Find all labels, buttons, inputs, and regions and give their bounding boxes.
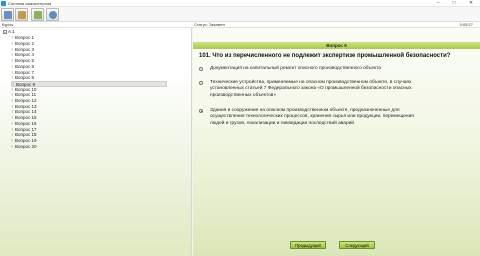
tree-item-label: Вопрос 3: [15, 46, 34, 52]
answer-radio[interactable]: [199, 109, 203, 113]
question-icon: ?: [11, 52, 14, 58]
question-text: 101. Что из перечисленного не подлежит э…: [199, 53, 451, 59]
question-icon: ?: [11, 103, 14, 109]
answer-text: Документация на капитальный ремонт опасн…: [210, 66, 381, 71]
answer-option[interactable]: Документация на капитальный ремонт опасн…: [199, 66, 471, 72]
answer-option[interactable]: Технические устройства, применяемые на о…: [199, 80, 471, 99]
question-icon: ?: [11, 109, 14, 115]
tree-root-label: A.1: [8, 29, 15, 34]
tree-item-label: Вопрос 19: [15, 137, 37, 143]
question-icon: ?: [11, 46, 14, 52]
tree-item-label: Вопрос 4: [15, 52, 34, 58]
tree-item[interactable]: ? Вопрос 20: [11, 144, 167, 150]
question-panel: Вопрос 9 101. Что из перечисленного не п…: [193, 28, 480, 256]
question-icon: ?: [11, 143, 14, 149]
tree-item-label: Вопрос 10: [15, 86, 37, 92]
document-icon: [33, 10, 42, 19]
tree-item-label: Вопрос 13: [15, 103, 37, 109]
question-icon: ?: [11, 75, 14, 81]
tree-item-label: Вопрос 2: [15, 41, 34, 46]
tree-item-label: Вопрос 5: [15, 58, 34, 64]
tree-item-label: Вопрос 20: [15, 143, 37, 149]
question-icon: ?: [11, 137, 14, 143]
document-button[interactable]: [31, 8, 44, 21]
question-header: Вопрос 9: [193, 42, 480, 49]
window-title: Система самоконтроля: [8, 1, 52, 6]
tree-item-label: Вопрос 6: [15, 63, 34, 69]
tree-item-label: Вопрос 12: [15, 98, 37, 103]
answer-radio[interactable]: [199, 67, 203, 71]
question-icon: ?: [11, 120, 14, 126]
question-tree-panel: – A.1 ? Вопрос 1? Вопрос 2? Вопрос 3? Вопрос …: [0, 28, 192, 256]
tree-item-label: Вопрос 18: [15, 132, 37, 138]
question-icon: ?: [11, 98, 14, 103]
question-icon: ?: [11, 86, 14, 92]
question-icon: ?: [11, 115, 14, 121]
checklist-icon: [17, 10, 26, 19]
checklist-button[interactable]: [15, 8, 28, 21]
app-icon: [1, 1, 6, 6]
minimize-button[interactable]: –: [432, 0, 444, 7]
globe-button[interactable]: [46, 8, 59, 21]
tree-item-label: Вопрос 1: [15, 35, 34, 41]
question-icon: ?: [11, 35, 14, 41]
collapse-icon[interactable]: –: [3, 29, 7, 34]
question-icon: ?: [11, 132, 14, 138]
question-icon: ?: [11, 58, 14, 64]
next-button[interactable]: Следующий: [339, 241, 375, 249]
close-button[interactable]: ✕: [465, 0, 477, 7]
question-icon: ?: [11, 69, 14, 75]
question-icon: ?: [11, 41, 14, 46]
tree-item-label: Вопрос 8: [15, 75, 34, 81]
tree-root[interactable]: – A.1: [3, 29, 15, 35]
maximize-button[interactable]: □: [448, 0, 460, 7]
question-icon: ?: [11, 92, 14, 98]
tree-item-label: Вопрос 11: [15, 92, 37, 98]
toolbar: [0, 7, 480, 22]
answer-radio[interactable]: [199, 81, 203, 85]
tree-item-label: Вопрос 17: [15, 126, 37, 132]
tree-item-label: Вопрос 15: [15, 115, 37, 121]
tree-item-label: Вопрос 14: [15, 109, 37, 115]
title-bar: Система самоконтроля – □ ✕: [0, 0, 480, 7]
answer-text: производственных объектов»: [210, 92, 277, 98]
exit-button[interactable]: [1, 8, 14, 21]
answer-option[interactable]: Здания и сооружения на опасном производс…: [199, 108, 471, 127]
question-icon: ?: [11, 63, 14, 69]
previous-button[interactable]: Предыдущий: [290, 241, 326, 249]
tree-item-label: Вопрос 16: [15, 120, 37, 126]
answer-text: людей и грузов, локализации и ликвидации…: [210, 120, 354, 126]
tree-item-label: Вопрос 7: [15, 69, 34, 75]
exit-icon: [3, 10, 12, 19]
question-icon: ?: [11, 126, 14, 132]
globe-icon: [48, 10, 57, 19]
